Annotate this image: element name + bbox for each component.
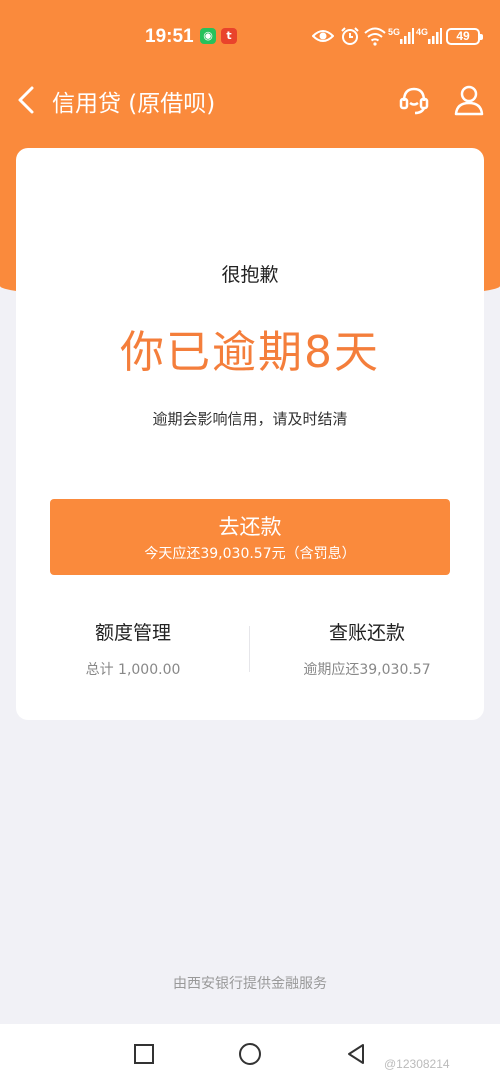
repay-button[interactable]: 去还款 今天应还39,030.57元（含罚息） [50, 499, 450, 575]
status-time: 19:51 [145, 26, 194, 47]
bill-overdue-amount: 逾期应还39,030.57 [303, 662, 431, 678]
quota-title: 额度管理 [94, 622, 171, 644]
signal-4g-icon: 4G [416, 27, 442, 44]
repay-amount-note: 今天应还39,030.57元（含罚息） [144, 546, 356, 562]
quota-total: 总计 1,000.00 [85, 662, 181, 678]
back-icon[interactable] [12, 82, 44, 118]
status-bar: 19:51 ◉ t 5G 4G 49 [0, 0, 500, 76]
battery-icon: 49 [446, 28, 483, 45]
toutiao-icon: t [221, 28, 237, 44]
user-icon[interactable] [452, 82, 486, 118]
provider-note: 由西安银行提供金融服务 [173, 976, 327, 992]
repay-button-label: 去还款 [218, 515, 282, 539]
back-triangle-icon[interactable] [344, 1042, 368, 1066]
nav-bar: 信用贷 (原借呗) [0, 76, 500, 124]
signal-5g-icon: 5G [388, 27, 414, 44]
overdue-note: 逾期会影响信用，请及时结清 [152, 410, 348, 428]
eye-icon [312, 30, 334, 42]
svg-text:5G: 5G [388, 27, 400, 37]
wechat-icon: ◉ [200, 28, 216, 44]
customer-service-icon[interactable] [396, 82, 432, 118]
sorry-text: 很抱歉 [221, 264, 279, 286]
quota-management[interactable]: 额度管理 总计 1,000.00 [16, 618, 250, 679]
overdue-card: 很抱歉 你已逾期8天 逾期会影响信用，请及时结清 去还款 今天应还39,030.… [16, 148, 484, 720]
overdue-headline: 你已逾期8天 [120, 327, 380, 378]
system-nav-bar: @12308214 [0, 1024, 500, 1083]
bill-repayment[interactable]: 查账还款 逾期应还39,030.57 [250, 618, 484, 679]
svg-text:4G: 4G [416, 27, 428, 37]
battery-level: 49 [456, 29, 470, 43]
alarm-icon [341, 27, 359, 45]
watermark: @12308214 [384, 1057, 450, 1071]
page-title: 信用贷 (原借呗) [52, 91, 216, 117]
bill-title: 查账还款 [328, 622, 405, 644]
recent-apps-icon[interactable] [132, 1042, 156, 1066]
wifi-icon [364, 27, 386, 46]
home-icon[interactable] [238, 1042, 262, 1066]
